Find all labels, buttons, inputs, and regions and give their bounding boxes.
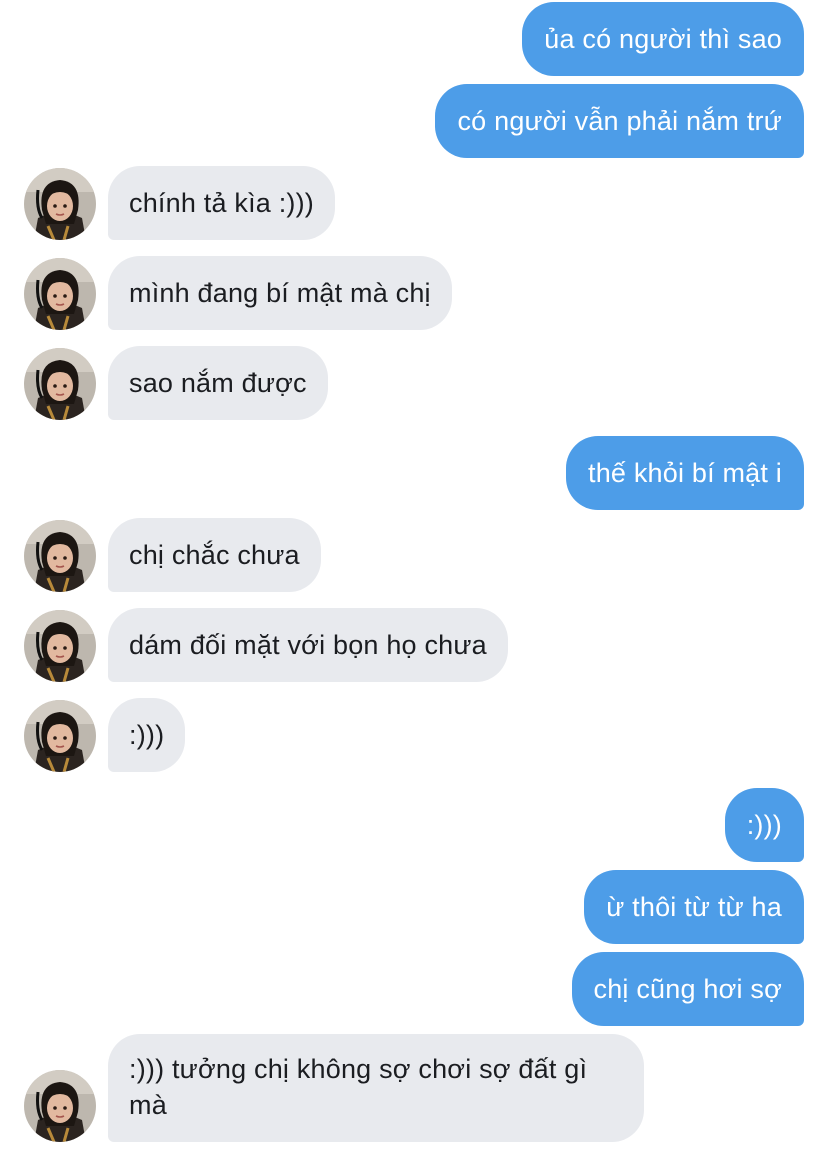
message-bubble-incoming[interactable]: chị chắc chưa	[108, 518, 321, 592]
message-bubble-outgoing[interactable]: :)))	[724, 788, 804, 862]
message-bubble-incoming[interactable]: chính tả kìa :)))	[108, 166, 335, 240]
message-bubble-outgoing[interactable]: ừ thôi từ từ ha	[584, 870, 804, 944]
message-bubble-outgoing[interactable]: có người vẫn phải nắm trứ	[435, 84, 804, 158]
message-text: thế khỏi bí mật i	[588, 458, 782, 488]
contact-avatar[interactable]	[24, 348, 96, 420]
message-text: chị chắc chưa	[129, 540, 300, 570]
message-bubble-incoming[interactable]: sao nắm được	[108, 346, 328, 420]
message-text: dám đối mặt với bọn họ chưa	[129, 630, 487, 660]
message-text: mình đang bí mật mà chị	[129, 278, 431, 308]
message-text: có người vẫn phải nắm trứ	[457, 106, 782, 136]
message-text: chị cũng hơi sợ	[593, 974, 782, 1004]
contact-avatar[interactable]	[24, 168, 96, 240]
message-bubble-outgoing[interactable]: thế khỏi bí mật i	[566, 436, 804, 510]
message-bubble-incoming[interactable]: :)))	[108, 698, 186, 772]
message-bubble-incoming[interactable]: dám đối mặt với bọn họ chưa	[108, 608, 508, 682]
contact-avatar[interactable]	[24, 610, 96, 682]
message-text: ủa có người thì sao	[544, 24, 782, 54]
message-text: :)))	[129, 720, 165, 750]
message-bubble-outgoing[interactable]: ủa có người thì sao	[522, 2, 804, 76]
message-text: :))) tưởng chị không sợ chơi sợ đất gì m…	[129, 1054, 588, 1120]
message-text: :)))	[746, 810, 782, 840]
message-bubble-incoming[interactable]: mình đang bí mật mà chị	[108, 256, 452, 330]
message-text: ừ thôi từ từ ha	[606, 892, 782, 922]
contact-avatar[interactable]	[24, 520, 96, 592]
message-bubble-outgoing[interactable]: chị cũng hơi sợ	[571, 952, 804, 1026]
message-bubble-incoming[interactable]: :))) tưởng chị không sợ chơi sợ đất gì m…	[108, 1034, 644, 1142]
contact-avatar[interactable]	[24, 258, 96, 330]
chat-screen: { "messages": [ { "side": "out", "text":…	[0, 0, 828, 1149]
contact-avatar[interactable]	[24, 700, 96, 772]
contact-avatar[interactable]	[24, 1070, 96, 1142]
message-text: sao nắm được	[129, 368, 307, 398]
message-text: chính tả kìa :)))	[129, 188, 314, 218]
